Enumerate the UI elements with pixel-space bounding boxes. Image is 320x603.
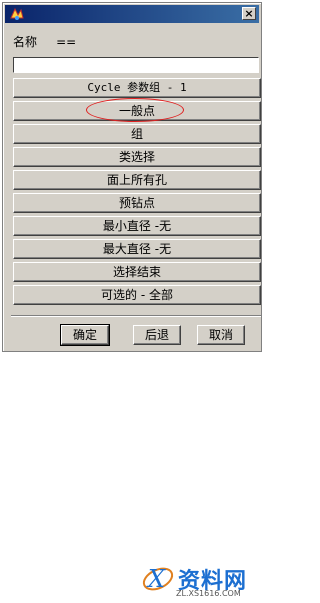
title-bar: × <box>5 5 259 23</box>
close-icon: × <box>244 7 254 20</box>
app-logo-icon <box>10 7 24 20</box>
name-separator: == <box>56 35 77 49</box>
group-button[interactable]: 组 <box>13 124 261 144</box>
cancel-button[interactable]: 取消 <box>197 325 245 345</box>
all-holes-on-face-button[interactable]: 面上所有孔 <box>13 170 261 190</box>
name-input[interactable] <box>13 57 259 73</box>
general-point-button[interactable]: 一般点 <box>13 98 261 122</box>
end-selection-button[interactable]: 选择结束 <box>13 262 261 282</box>
point-selection-dialog: × 名称 == Cycle 参数组 - 1 一般点 组 类选择 面上所有孔 预钻… <box>2 2 262 352</box>
option-button-list: Cycle 参数组 - 1 一般点 组 类选择 面上所有孔 预钻点 最小直径 -… <box>13 78 261 308</box>
footer-divider <box>11 315 261 317</box>
watermark-url: ZL.XS1616.COM <box>176 589 241 598</box>
watermark-logo-icon: X <box>142 565 174 593</box>
back-button[interactable]: 后退 <box>133 325 181 345</box>
svg-text:X: X <box>146 565 166 593</box>
min-diameter-button[interactable]: 最小直径 -无 <box>13 216 261 236</box>
name-label: 名称 == <box>13 33 76 50</box>
cycle-param-group-button[interactable]: Cycle 参数组 - 1 <box>13 78 261 98</box>
close-button[interactable]: × <box>242 7 256 20</box>
site-watermark: X 资料网 ZL.XS1616.COM <box>140 555 265 603</box>
ok-button[interactable]: 确定 <box>60 324 110 346</box>
name-label-text: 名称 <box>13 35 38 49</box>
optional-all-button[interactable]: 可选的 - 全部 <box>13 285 261 305</box>
class-selection-button[interactable]: 类选择 <box>13 147 261 167</box>
max-diameter-button[interactable]: 最大直径 -无 <box>13 239 261 259</box>
predrill-points-button[interactable]: 预钻点 <box>13 193 261 213</box>
annotation-circle <box>86 98 184 122</box>
